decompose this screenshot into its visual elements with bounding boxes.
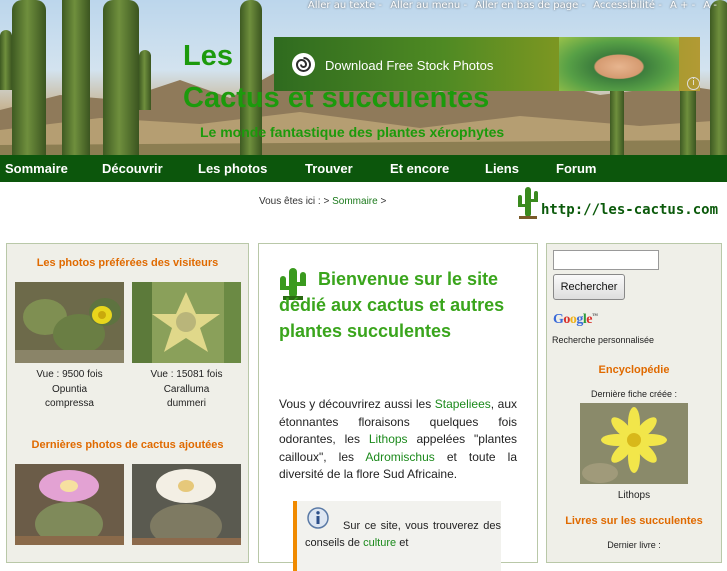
last-sheet-label: Dernière fiche créée : [590, 389, 678, 399]
last-book-label: Dernier livre : [607, 540, 661, 550]
photo-name: dummeri [167, 398, 206, 409]
photo-thumb-latest-1[interactable] [15, 464, 124, 545]
left-sidebar: Les photos préférées des visiteurs Vue :… [6, 243, 249, 563]
saguaro-7 [710, 0, 727, 155]
link-font-increase[interactable]: A + [670, 0, 688, 11]
cactus-logo-icon [518, 187, 538, 219]
photo-thumb-caralluma[interactable] [132, 282, 241, 363]
latest-photos-title: Dernières photos de cactus ajoutées [31, 439, 224, 451]
favorites-title: Les photos préférées des visiteurs [36, 257, 219, 269]
main-nav: Sommaire Découvrir Les photos Trouver Et… [0, 155, 727, 182]
info-text-content: et [399, 537, 409, 549]
last-sheet-name[interactable]: Lithops [547, 490, 721, 501]
encyclopedia-thumb-lithops[interactable] [580, 403, 688, 484]
saguaro-arm [0, 30, 12, 90]
link-lithops[interactable]: Lithops [369, 432, 408, 446]
ad-info-icon[interactable]: i [687, 77, 700, 90]
nav-liens[interactable]: Liens [485, 155, 519, 182]
link-skip-to-bottom[interactable]: Aller en bas de page [475, 0, 578, 11]
saguaro-2 [62, 0, 90, 155]
welcome-heading: Bienvenue sur le site dédié aux cactus e… [279, 269, 505, 341]
photo-name: compressa [45, 398, 94, 409]
accessibility-links: Aller au texte - Aller au menu - Aller e… [307, 0, 717, 11]
link-culture[interactable]: culture [363, 537, 396, 549]
nav-photos[interactable]: Les photos [198, 155, 267, 182]
link-font-decrease[interactable]: A - [703, 0, 717, 11]
link-stapeliees[interactable]: Stapeliees [435, 397, 491, 411]
nav-et-encore[interactable]: Et encore [390, 155, 449, 182]
right-sidebar: Rechercher Google™ Recherche personnalis… [546, 243, 722, 563]
photo-name: Caralluma [163, 383, 210, 395]
link-accessibility[interactable]: Accessibilité [593, 0, 655, 11]
google-custom-search-label: Recherche personnalisée [552, 335, 655, 345]
breadcrumb-prefix: Vous êtes ici : > [259, 196, 330, 207]
link-adromischus[interactable]: Adromischus [365, 450, 434, 464]
encyclopedia-title: Encyclopédie [598, 364, 670, 376]
photo-thumb-latest-2[interactable] [132, 464, 241, 545]
ad-logo-icon [292, 53, 315, 76]
ad-image [559, 37, 679, 91]
ad-banner[interactable]: Download Free Stock Photos i [274, 37, 700, 91]
photo-thumb-opuntia[interactable] [15, 282, 124, 363]
photo-name: Opuntia [51, 383, 88, 395]
ad-text: Download Free Stock Photos [325, 58, 494, 73]
site-url-link[interactable]: http://les-cactus.com [541, 202, 718, 218]
header-banner: Aller au texte - Aller au menu - Aller e… [0, 0, 727, 155]
nav-sommaire[interactable]: Sommaire [5, 155, 68, 182]
saguaro-1 [12, 0, 46, 155]
search-button[interactable]: Rechercher [553, 274, 625, 300]
photo-views: Vue : 15081 fois [150, 369, 223, 380]
nav-forum[interactable]: Forum [556, 155, 596, 182]
main-content: Bienvenue sur le site dédié aux cactus e… [258, 243, 538, 571]
photo-views: Vue : 9500 fois [36, 369, 103, 380]
breadcrumb: Vous êtes ici : > Sommaire > [259, 196, 386, 207]
breadcrumb-link-sommaire[interactable]: Sommaire [332, 196, 378, 207]
breadcrumb-suffix: > [380, 196, 387, 207]
intro-text: Vous y découvrirez aussi les [279, 397, 435, 411]
saguaro-arm [139, 50, 151, 110]
info-text: Sur ce site, vous trouverez des conseils… [305, 518, 501, 552]
search-input[interactable] [553, 250, 659, 270]
nav-trouver[interactable]: Trouver [305, 155, 353, 182]
books-title: Livres sur les succulentes [565, 515, 703, 527]
google-logo: Google™ [553, 312, 598, 327]
site-title-line1: Les [183, 40, 233, 72]
photo-caption-caralluma: Vue : 15081 fois Caralluma dummeri [132, 368, 241, 412]
saguaro-5 [610, 80, 624, 155]
intro-paragraph: Vous y découvrirez aussi les Stapeliees,… [279, 396, 517, 484]
info-box: Sur ce site, vous trouverez des conseils… [293, 501, 501, 571]
link-skip-to-text[interactable]: Aller au texte [308, 0, 375, 11]
photo-caption-opuntia: Vue : 9500 fois Opuntia compressa [15, 368, 124, 412]
site-tagline: Le monde fantastique des plantes xérophy… [200, 124, 505, 140]
saguaro-3 [103, 0, 139, 155]
link-skip-to-menu[interactable]: Aller au menu [390, 0, 460, 11]
nav-decouvrir[interactable]: Découvrir [102, 155, 163, 182]
